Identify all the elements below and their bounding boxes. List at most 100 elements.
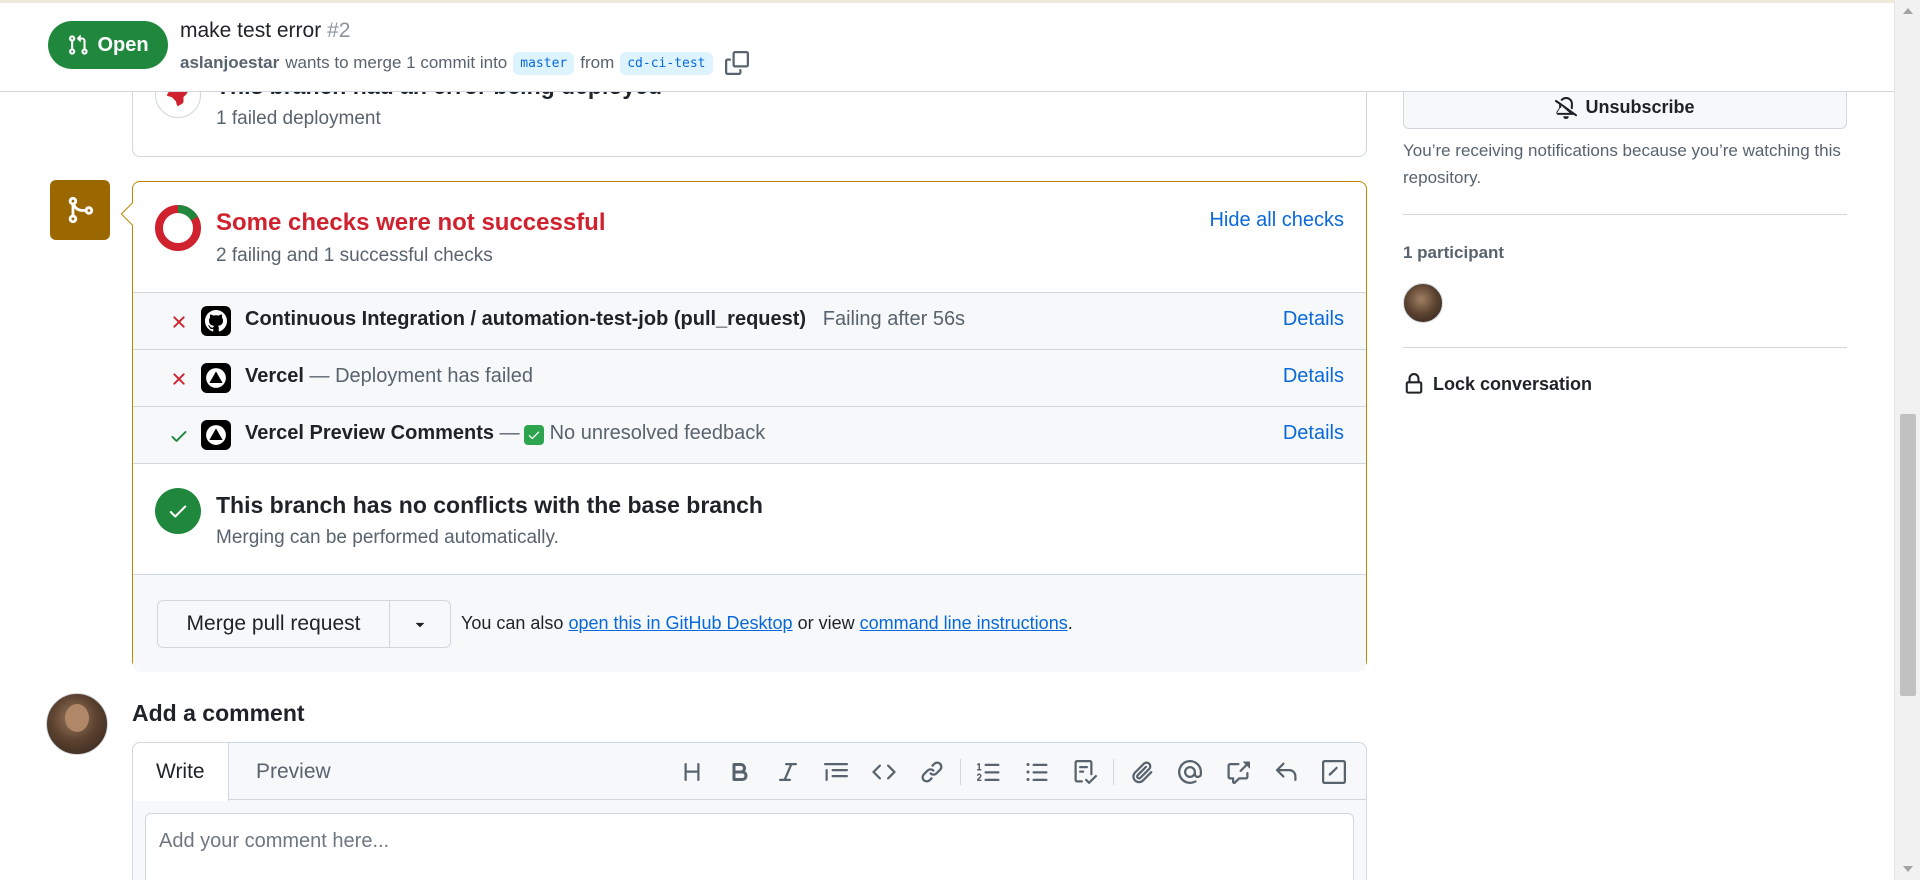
link-icon — [921, 761, 943, 783]
check-name: Continuous Integration / automation-test… — [245, 308, 807, 330]
git-merge-icon — [50, 180, 110, 240]
bold-icon — [732, 763, 748, 781]
sidebar-divider — [1403, 214, 1847, 215]
pr-state-badge: Open — [48, 21, 168, 69]
participant-avatar[interactable] — [1403, 283, 1443, 323]
vercel-icon — [201, 420, 231, 450]
check-name: Vercel — [245, 365, 304, 387]
check-details-link[interactable]: Details — [1283, 422, 1344, 445]
heading-button[interactable] — [668, 756, 716, 788]
unsubscribe-button[interactable]: Unsubscribe — [1403, 87, 1847, 129]
check-text: Continuous Integration / automation-test… — [245, 308, 965, 331]
toolbar-divider — [1113, 759, 1114, 785]
numbered-list-icon — [977, 763, 1000, 781]
italic-button[interactable] — [764, 756, 812, 788]
scroll-down-arrow-icon[interactable] — [1903, 866, 1913, 872]
check-description: Failing after 56s — [822, 308, 966, 330]
checks-title: Some checks were not successful — [216, 209, 606, 236]
check-details-link[interactable]: Details — [1283, 365, 1344, 388]
add-comment-title: Add a comment — [132, 700, 305, 726]
copy-icon[interactable] — [724, 51, 749, 75]
pr-title: make test error #2 — [180, 19, 350, 43]
conflict-subtitle: Merging can be performed automatically. — [216, 527, 559, 548]
check-name: Vercel Preview Comments — [245, 422, 495, 444]
bulleted-list-button[interactable] — [1013, 756, 1061, 788]
avatar[interactable] — [46, 693, 108, 755]
merge-status-box: Some checks were not successful 2 failin… — [120, 181, 1367, 672]
numbered-list-button[interactable] — [965, 756, 1013, 788]
slash-icon — [1322, 760, 1346, 784]
pr-meta-text: wants to merge 1 commit into — [285, 53, 508, 72]
check-description-prefix: — — [499, 422, 520, 444]
task-list-button[interactable] — [1061, 756, 1109, 788]
pr-state-label: Open — [97, 33, 149, 56]
bell-slash-icon — [1555, 96, 1578, 119]
pr-number: #2 — [327, 19, 351, 42]
hide-all-checks-link[interactable]: Hide all checks — [1209, 209, 1344, 232]
comment-textarea-wrapper — [145, 813, 1354, 880]
bold-button[interactable] — [716, 756, 764, 788]
tab-preview[interactable]: Preview — [233, 743, 354, 801]
check-circle-icon — [155, 488, 201, 534]
merge-method-dropdown[interactable] — [390, 601, 450, 647]
reply-icon — [1275, 762, 1297, 781]
git-pull-request-icon — [69, 34, 89, 55]
editor-tabs: Write Preview — [133, 743, 1366, 801]
markdown-toolbar — [668, 756, 1358, 788]
quote-icon — [824, 763, 848, 781]
merge-hint-prefix: You can also — [461, 613, 564, 633]
slash-commands-button[interactable] — [1310, 756, 1358, 788]
heading-icon — [684, 763, 700, 781]
code-button[interactable] — [860, 756, 908, 788]
check-text: Vercel Preview Comments — No unresolved f… — [245, 422, 765, 445]
checks-subtitle: 2 failing and 1 successful checks — [216, 245, 493, 266]
merge-pull-request-button[interactable]: Merge pull request — [158, 601, 390, 647]
check-row: Vercel — Deployment has failed Details — [133, 350, 1366, 407]
reply-button[interactable] — [1262, 756, 1310, 788]
check-details-link[interactable]: Details — [1283, 308, 1344, 331]
cross-reference-button[interactable] — [1214, 756, 1262, 788]
pr-author-link[interactable]: aslanjoestar — [180, 53, 279, 73]
lock-icon — [1405, 373, 1423, 394]
github-icon — [201, 306, 231, 336]
x-icon — [173, 373, 185, 385]
sticky-pr-header: Open make test error #2 aslanjoestar wan… — [0, 0, 1894, 92]
checks-summary: Some checks were not successful 2 failin… — [133, 182, 1366, 293]
quote-button[interactable] — [812, 756, 860, 788]
checkbox-checked-icon — [523, 425, 544, 445]
task-list-icon — [1074, 760, 1097, 784]
check-description: No unresolved feedback — [549, 422, 766, 444]
pr-title-text: make test error — [180, 19, 322, 42]
mention-button[interactable] — [1166, 756, 1214, 788]
github-desktop-link[interactable]: open this in GitHub Desktop — [568, 613, 792, 633]
base-branch-label[interactable]: master — [513, 51, 575, 75]
code-icon — [872, 764, 896, 780]
head-branch-label[interactable]: cd-ci-test — [620, 51, 713, 75]
attach-file-button[interactable] — [1118, 756, 1166, 788]
checks-donut-icon — [155, 205, 201, 251]
deployment-subtitle: 1 failed deployment — [216, 108, 381, 129]
scroll-up-arrow-icon[interactable] — [1903, 8, 1913, 14]
toolbar-divider — [960, 759, 961, 785]
scroll-thumb[interactable] — [1900, 414, 1916, 696]
participants-label: 1 participant — [1403, 243, 1505, 262]
link-button[interactable] — [908, 756, 956, 788]
merge-hint: You can also open this in GitHub Desktop… — [461, 613, 1073, 634]
lock-conversation-label: Lock conversation — [1433, 373, 1593, 394]
bulleted-list-icon — [1026, 763, 1048, 781]
lock-conversation-button[interactable]: Lock conversation — [1403, 373, 1592, 395]
pr-meta: aslanjoestar wants to merge 1 commit int… — [180, 51, 749, 75]
merge-hint-suffix: . — [1067, 613, 1073, 633]
tab-write[interactable]: Write — [133, 743, 229, 801]
merge-action-area: Merge pull request You can also open thi… — [133, 575, 1366, 672]
from-text: from — [580, 53, 615, 72]
check-row: Continuous Integration / automation-test… — [133, 293, 1366, 350]
page-scrollbar[interactable] — [1894, 0, 1920, 880]
command-line-instructions-link[interactable]: command line instructions — [860, 613, 1068, 633]
italic-icon — [779, 763, 797, 781]
notification-reason: You’re receiving notifications because y… — [1403, 141, 1841, 187]
paperclip-icon — [1132, 761, 1153, 784]
comment-textarea[interactable] — [146, 814, 1353, 869]
x-icon — [173, 316, 185, 328]
unsubscribe-label: Unsubscribe — [1585, 97, 1695, 117]
